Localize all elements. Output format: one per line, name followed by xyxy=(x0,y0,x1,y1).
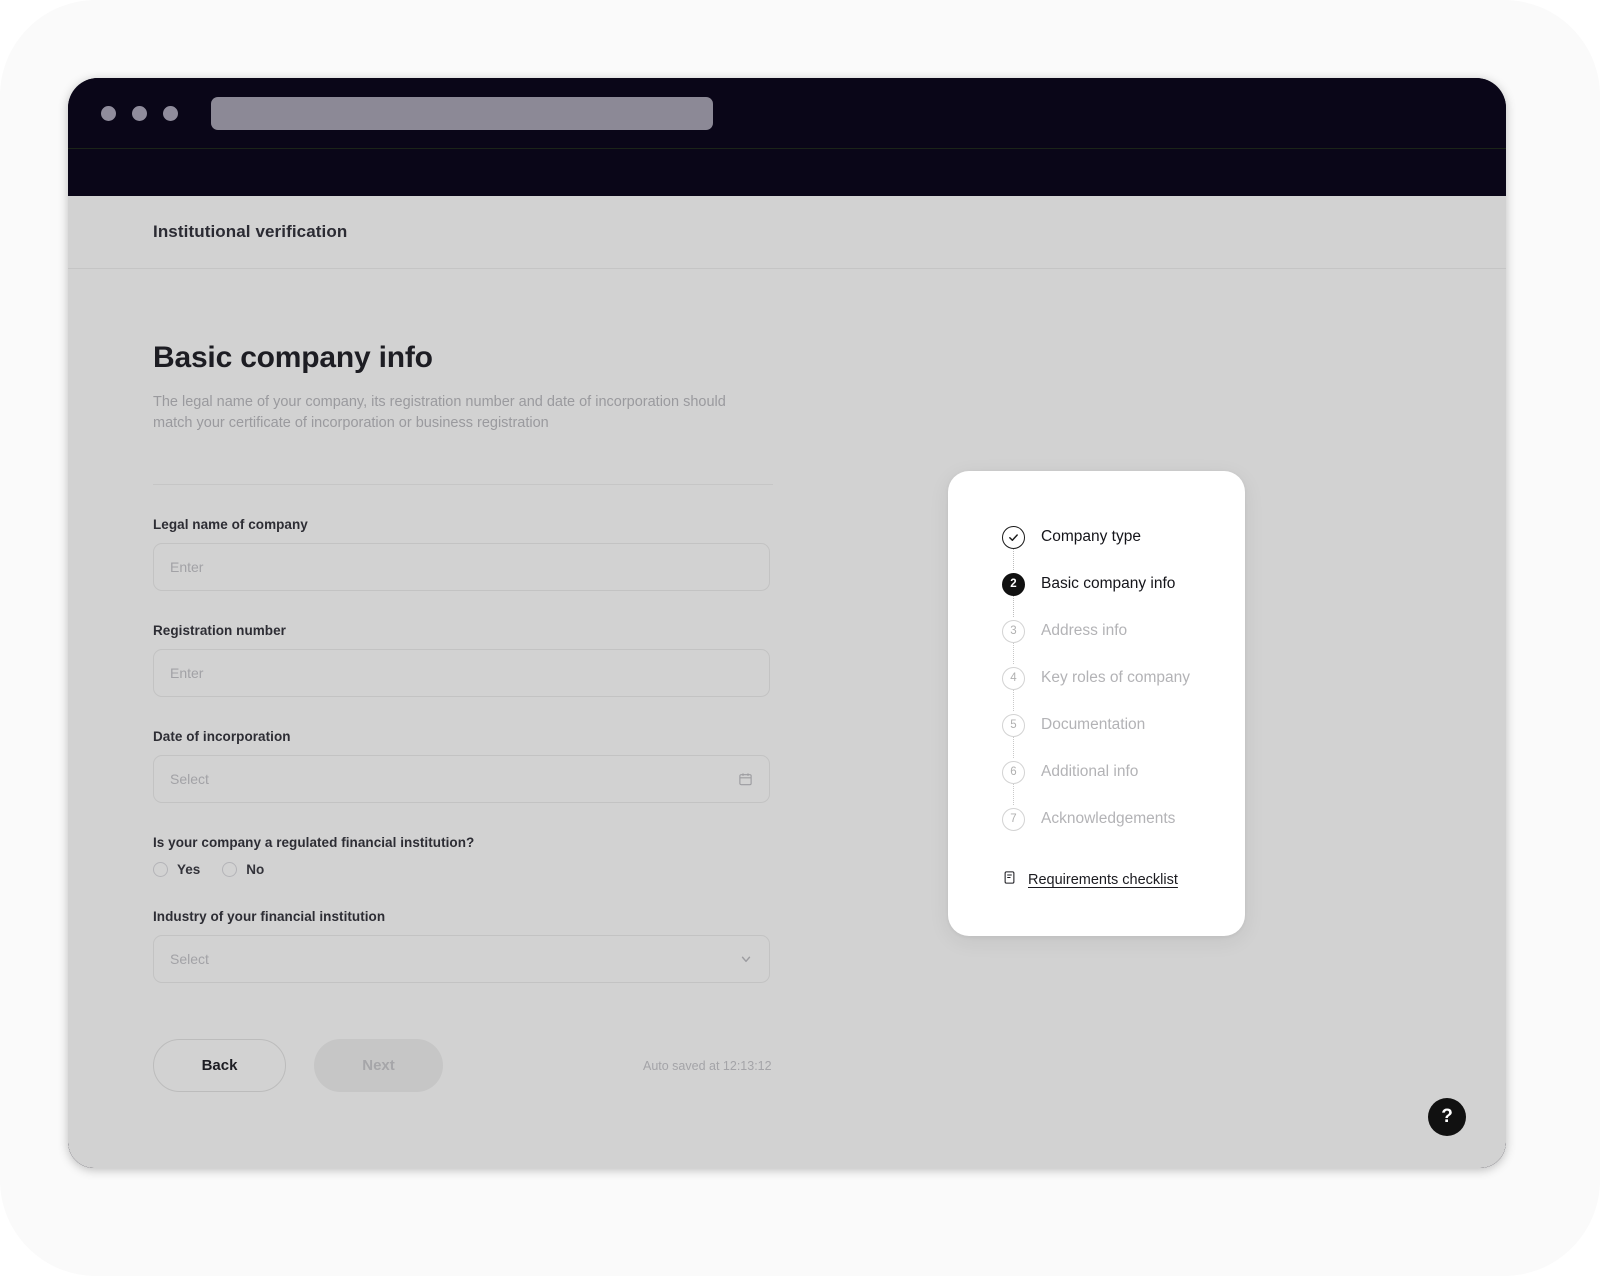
app-body: Basic company info The legal name of you… xyxy=(68,269,1506,1168)
step-connector xyxy=(1013,546,1014,570)
question-mark-icon: ? xyxy=(1441,1106,1453,1127)
step-connector xyxy=(1013,734,1014,758)
stepper-label-additional-info: Additional info xyxy=(1041,763,1139,780)
form-column: Basic company info The legal name of you… xyxy=(153,341,773,1092)
stepper-item-address-info[interactable]: 3 Address info xyxy=(1002,617,1245,664)
stepper-item-basic-company-info[interactable]: 2 Basic company info xyxy=(1002,570,1245,617)
step-number-3: 3 xyxy=(1002,619,1025,643)
page-breadcrumb-title: Institutional verification xyxy=(153,222,348,241)
radio-circle-no-icon[interactable] xyxy=(222,862,238,877)
stepper-item-documentation[interactable]: 5 Documentation xyxy=(1002,711,1245,758)
step-connector xyxy=(1013,640,1014,664)
registration-number-placeholder: Enter xyxy=(170,665,204,681)
radio-option-yes[interactable]: Yes xyxy=(153,862,200,877)
stepper-item-key-roles[interactable]: 4 Key roles of company xyxy=(1002,664,1245,711)
stepper-label-basic-company-info: Basic company info xyxy=(1041,575,1176,592)
stepper-item-company-type[interactable]: Company type xyxy=(1002,523,1245,570)
field-label-registration-number: Registration number xyxy=(153,623,286,638)
legal-name-placeholder: Enter xyxy=(170,559,204,575)
step-number-4: 4 xyxy=(1002,666,1025,690)
stepper-item-additional-info[interactable]: 6 Additional info xyxy=(1002,758,1245,805)
page-title: Basic company info xyxy=(153,341,433,374)
field-regulated-institution: Is your company a regulated financial in… xyxy=(153,835,773,877)
registration-number-input[interactable]: Enter xyxy=(153,649,770,697)
stepper-card: Company type 2 Basic company info 3 Addr… xyxy=(948,471,1245,936)
stepper-label-documentation: Documentation xyxy=(1041,716,1146,733)
app-viewport: Institutional verification Basic company… xyxy=(68,196,1506,1168)
step-number-7: 7 xyxy=(1002,807,1025,831)
back-button[interactable]: Back xyxy=(153,1039,286,1092)
date-of-incorporation-placeholder: Select xyxy=(170,771,209,787)
industry-select[interactable]: Select xyxy=(153,935,770,983)
chevron-down-icon[interactable] xyxy=(739,952,753,966)
autosave-status: Auto saved at 12:13:12 xyxy=(643,1058,772,1073)
stepper-list: Company type 2 Basic company info 3 Addr… xyxy=(948,523,1245,833)
stepper-label-acknowledgements: Acknowledgements xyxy=(1041,810,1176,827)
stepper-item-acknowledgements[interactable]: 7 Acknowledgements xyxy=(1002,805,1245,833)
field-date-of-incorporation: Date of incorporation Select xyxy=(153,729,773,803)
field-label-legal-name: Legal name of company xyxy=(153,517,308,532)
field-label-regulated-institution: Is your company a regulated financial in… xyxy=(153,835,475,850)
screenshot-root: Institutional verification Basic company… xyxy=(0,0,1600,1276)
legal-name-input[interactable]: Enter xyxy=(153,543,770,591)
radio-label-no: No xyxy=(246,862,265,877)
app-header: Institutional verification xyxy=(68,196,1506,269)
industry-select-placeholder: Select xyxy=(170,951,209,967)
document-icon xyxy=(1002,870,1017,890)
step-check-icon xyxy=(1002,525,1025,549)
radio-label-yes: Yes xyxy=(177,862,201,877)
page-description: The legal name of your company, its regi… xyxy=(153,394,726,431)
step-connector xyxy=(1013,687,1014,711)
date-of-incorporation-input[interactable]: Select xyxy=(153,755,770,803)
traffic-light-dots xyxy=(101,105,178,121)
radio-option-no[interactable]: No xyxy=(222,862,264,877)
requirements-checklist-label: Requirements checklist xyxy=(1028,872,1178,888)
browser-toolbar-strip xyxy=(68,148,1506,196)
close-dot-icon[interactable] xyxy=(101,105,116,121)
step-connector xyxy=(1013,593,1014,617)
step-number-5: 5 xyxy=(1002,713,1025,737)
field-registration-number: Registration number Enter xyxy=(153,623,773,697)
section-divider xyxy=(153,484,773,485)
step-number-2: 2 xyxy=(1002,572,1025,596)
next-button[interactable]: Next xyxy=(314,1039,443,1092)
field-label-industry: Industry of your financial institution xyxy=(153,909,386,924)
field-label-date-of-incorporation: Date of incorporation xyxy=(153,729,291,744)
radio-circle-yes-icon[interactable] xyxy=(153,862,168,877)
step-number-6: 6 xyxy=(1002,760,1025,784)
maximize-dot-icon[interactable] xyxy=(163,105,178,121)
regulated-institution-radio-group: Yes No xyxy=(153,862,773,877)
url-bar[interactable] xyxy=(211,96,713,130)
field-legal-name: Legal name of company Enter xyxy=(153,517,773,591)
browser-titlebar xyxy=(68,78,1506,148)
help-button[interactable]: ? xyxy=(1428,1098,1466,1136)
stepper-label-company-type: Company type xyxy=(1041,528,1141,545)
calendar-icon[interactable] xyxy=(738,772,753,787)
field-industry: Industry of your financial institution S… xyxy=(153,909,773,983)
step-connector xyxy=(1013,781,1014,805)
form-actions: Back Next Auto saved at 12:13:12 xyxy=(153,1039,773,1092)
minimize-dot-icon[interactable] xyxy=(132,105,147,121)
stepper-label-address-info: Address info xyxy=(1041,622,1128,639)
stepper-label-key-roles: Key roles of company xyxy=(1041,669,1191,686)
browser-window: Institutional verification Basic company… xyxy=(68,78,1506,1168)
requirements-checklist-link[interactable]: Requirements checklist xyxy=(948,870,1245,890)
